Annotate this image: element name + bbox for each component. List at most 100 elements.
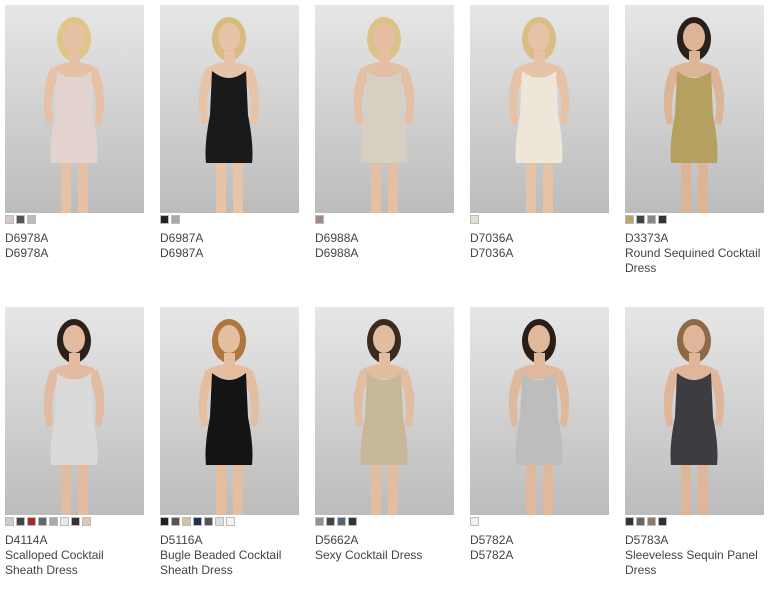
color-swatch[interactable]: [204, 517, 213, 526]
color-swatch[interactable]: [658, 517, 667, 526]
product-card[interactable]: D3373A Round Sequined Cocktail Dress: [625, 0, 764, 290]
color-swatch[interactable]: [470, 215, 479, 224]
color-swatch[interactable]: [171, 517, 180, 526]
product-card[interactable]: D7036A D7036A: [470, 0, 609, 290]
color-swatch[interactable]: [315, 517, 324, 526]
color-swatches: [5, 215, 144, 225]
color-swatch[interactable]: [625, 215, 634, 224]
product-card[interactable]: D4114A Scalloped Cocktail Sheath Dress: [5, 302, 144, 592]
product-card[interactable]: D5116A Bugle Beaded Cocktail Sheath Dres…: [160, 302, 299, 592]
product-photo[interactable]: [160, 5, 299, 213]
product-photo[interactable]: [470, 307, 609, 515]
color-swatch[interactable]: [226, 517, 235, 526]
color-swatch[interactable]: [171, 215, 180, 224]
product-grid: D6978A D6978A D6987A D6987A D6988A D6988…: [0, 0, 770, 581]
color-swatch[interactable]: [215, 517, 224, 526]
product-code: D5116A: [160, 533, 203, 547]
model-silhouette: [353, 17, 415, 213]
product-card[interactable]: D5782A D5782A: [470, 302, 609, 592]
model-figure: [353, 17, 415, 213]
model-figure: [198, 319, 260, 515]
model-figure: [508, 17, 570, 213]
color-swatch[interactable]: [647, 215, 656, 224]
model-figure: [508, 319, 570, 515]
color-swatches: [470, 215, 609, 225]
product-photo[interactable]: [625, 5, 764, 213]
color-swatch[interactable]: [348, 517, 357, 526]
color-swatch[interactable]: [625, 517, 634, 526]
color-swatch[interactable]: [5, 215, 14, 224]
model-silhouette: [663, 17, 725, 213]
color-swatches: [625, 215, 764, 225]
model-figure: [198, 17, 260, 213]
color-swatch[interactable]: [193, 517, 202, 526]
product-name[interactable]: D5782A: [470, 548, 609, 563]
product-code: D5662A: [315, 533, 359, 547]
color-swatches: [160, 215, 299, 225]
product-name[interactable]: Sexy Cocktail Dress: [315, 548, 454, 563]
product-name[interactable]: D6978A: [5, 246, 144, 261]
color-swatch[interactable]: [160, 517, 169, 526]
product-photo[interactable]: [625, 307, 764, 515]
model-figure: [43, 319, 105, 515]
model-silhouette: [663, 319, 725, 515]
product-card[interactable]: D5662A Sexy Cocktail Dress: [315, 302, 454, 592]
product-photo[interactable]: [315, 5, 454, 213]
model-silhouette: [43, 17, 105, 213]
model-silhouette: [198, 319, 260, 515]
color-swatches: [315, 517, 454, 527]
color-swatch[interactable]: [5, 517, 14, 526]
product-code: D3373A: [625, 231, 669, 245]
color-swatch[interactable]: [337, 517, 346, 526]
color-swatch[interactable]: [16, 517, 25, 526]
color-swatch[interactable]: [16, 215, 25, 224]
color-swatch[interactable]: [182, 517, 191, 526]
product-photo[interactable]: [5, 307, 144, 515]
product-photo[interactable]: [5, 5, 144, 213]
color-swatch[interactable]: [647, 517, 656, 526]
product-photo[interactable]: [470, 5, 609, 213]
product-code: D7036A: [470, 231, 514, 245]
product-code: D6978A: [5, 231, 49, 245]
color-swatch[interactable]: [27, 517, 36, 526]
product-code: D5783A: [625, 533, 669, 547]
model-figure: [663, 319, 725, 515]
color-swatch[interactable]: [326, 517, 335, 526]
color-swatches: [315, 215, 454, 225]
color-swatch[interactable]: [470, 517, 479, 526]
model-figure: [353, 319, 415, 515]
color-swatches: [470, 517, 609, 527]
color-swatch[interactable]: [82, 517, 91, 526]
color-swatch[interactable]: [49, 517, 58, 526]
color-swatch[interactable]: [636, 517, 645, 526]
product-name[interactable]: D6988A: [315, 246, 454, 261]
model-figure: [663, 17, 725, 213]
color-swatch[interactable]: [60, 517, 69, 526]
product-name[interactable]: D7036A: [470, 246, 609, 261]
product-photo[interactable]: [160, 307, 299, 515]
color-swatch[interactable]: [27, 215, 36, 224]
model-silhouette: [353, 319, 415, 515]
model-silhouette: [43, 319, 105, 515]
model-silhouette: [508, 319, 570, 515]
color-swatches: [160, 517, 299, 527]
product-name[interactable]: Sleeveless Sequin Panel Dress: [625, 548, 764, 578]
product-name[interactable]: Bugle Beaded Cocktail Sheath Dress: [160, 548, 299, 578]
color-swatch[interactable]: [71, 517, 80, 526]
color-swatches: [625, 517, 764, 527]
product-photo[interactable]: [315, 307, 454, 515]
color-swatches: [5, 517, 144, 527]
product-card[interactable]: D6978A D6978A: [5, 0, 144, 290]
color-swatch[interactable]: [658, 215, 667, 224]
product-name[interactable]: D6987A: [160, 246, 299, 261]
color-swatch[interactable]: [160, 215, 169, 224]
color-swatch[interactable]: [636, 215, 645, 224]
product-card[interactable]: D5783A Sleeveless Sequin Panel Dress: [625, 302, 764, 592]
product-card[interactable]: D6988A D6988A: [315, 0, 454, 290]
product-name[interactable]: Scalloped Cocktail Sheath Dress: [5, 548, 144, 578]
product-name[interactable]: Round Sequined Cocktail Dress: [625, 246, 764, 276]
product-card[interactable]: D6987A D6987A: [160, 0, 299, 290]
model-silhouette: [508, 17, 570, 213]
color-swatch[interactable]: [315, 215, 324, 224]
color-swatch[interactable]: [38, 517, 47, 526]
